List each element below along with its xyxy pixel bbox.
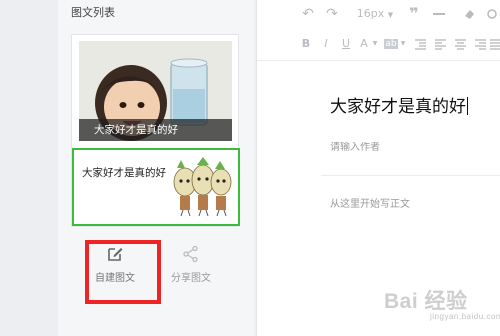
body-editor[interactable]: 从这里开始写正文 xyxy=(330,195,410,210)
align-left-icon[interactable] xyxy=(433,32,447,56)
font-size-value: 16px xyxy=(356,7,385,20)
baidu-watermark: Bai 经验 jingyan.baidu.com xyxy=(384,285,500,321)
quote-icon[interactable]: ❞ xyxy=(407,2,421,26)
toolbar-row-1: ↶ ↷ 16px ▼ ❞ xyxy=(257,2,500,26)
toolbar-divider xyxy=(257,60,500,61)
watermark-url: jingyan.baidu.com xyxy=(430,312,500,321)
background-color-label: ab xyxy=(384,39,398,49)
underline-button[interactable]: U xyxy=(339,32,353,56)
chevron-down-icon: ▼ xyxy=(372,40,378,47)
link-icon[interactable] xyxy=(485,2,499,26)
justify-icon[interactable] xyxy=(489,32,500,56)
italic-button[interactable]: I xyxy=(319,32,333,56)
toolbar-separator xyxy=(345,2,347,26)
background-color-button[interactable]: ab xyxy=(383,32,399,56)
article-item-title: 大家好才是真的好 xyxy=(82,167,166,179)
highlight-annotation-box xyxy=(85,240,161,304)
undo-button[interactable]: ↶ xyxy=(299,2,317,26)
horizontal-rule-icon[interactable] xyxy=(431,2,447,26)
font-color-button[interactable]: A xyxy=(357,32,371,56)
watermark-text: Bai 经验 xyxy=(384,290,468,313)
main-article[interactable]: 大家好才是真的好 xyxy=(79,41,232,141)
article-card-group: 大家好才是真的好 大家好才是真的好 xyxy=(71,34,240,227)
share-article-label: 分享图文 xyxy=(171,273,211,284)
align-right-icon[interactable] xyxy=(473,32,487,56)
panel-title: 图文列表 xyxy=(71,6,115,19)
chevron-down-icon: ▼ xyxy=(387,11,394,19)
author-input[interactable] xyxy=(330,142,490,153)
redo-button[interactable]: ↷ xyxy=(323,2,341,26)
bold-button[interactable]: B xyxy=(299,32,313,56)
share-article-button[interactable]: 分享图文 xyxy=(159,241,223,295)
article-title-text: 大家好才是真的好 xyxy=(330,97,466,117)
indent-icon[interactable] xyxy=(413,32,427,56)
share-icon xyxy=(183,245,198,263)
selected-article-item[interactable]: 大家好才是真的好 xyxy=(72,148,240,226)
font-size-select[interactable]: 16px ▼ xyxy=(353,2,397,26)
clear-format-icon[interactable] xyxy=(461,2,477,26)
left-gutter xyxy=(0,0,58,336)
cartoon-thumbnail xyxy=(167,156,235,218)
align-center-icon[interactable] xyxy=(453,32,467,56)
text-caret xyxy=(467,97,468,115)
toolbar-row-2: B I U A ▼ ab ▼ xyxy=(257,32,500,56)
chevron-down-icon: ▼ xyxy=(400,40,406,47)
field-divider xyxy=(321,175,500,176)
article-title-input[interactable]: 大家好才是真的好 xyxy=(330,92,468,117)
main-article-title: 大家好才是真的好 xyxy=(94,124,178,136)
